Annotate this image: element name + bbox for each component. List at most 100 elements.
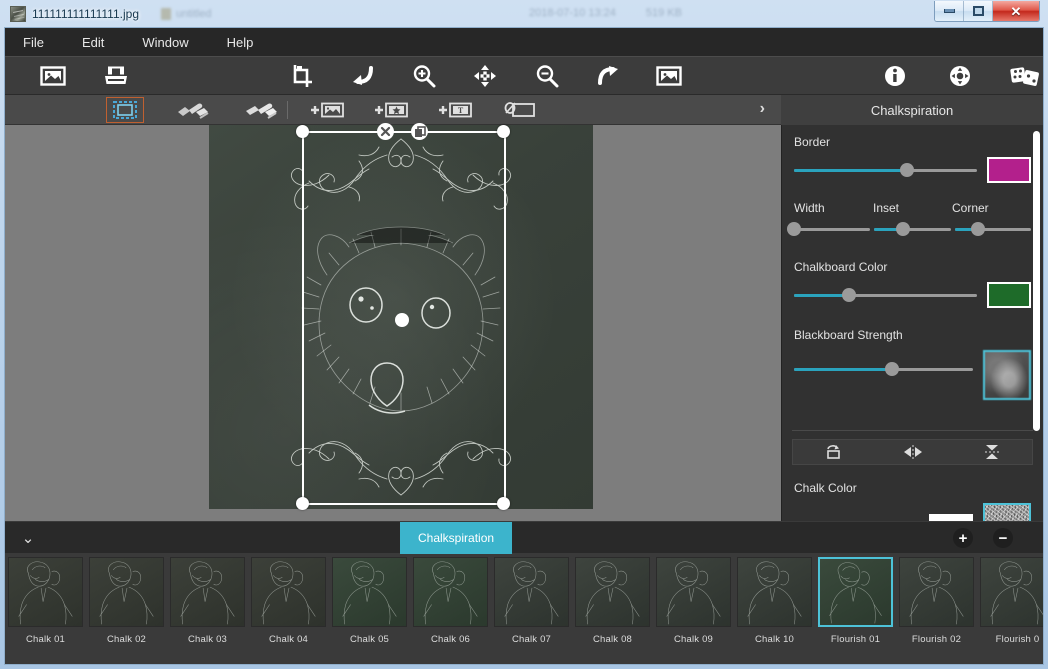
border-slider[interactable] [794,163,977,177]
filmstrip-item-chalk-05[interactable]: Chalk 05 [329,557,410,664]
corner-slider[interactable] [954,222,1031,236]
selection-handle-center[interactable] [395,313,409,327]
filmstrip-item-label: Chalk 09 [673,634,714,645]
blackboard-texture-preview[interactable] [983,350,1031,400]
zoom-in-button[interactable] [406,59,441,93]
filmstrip-item-chalk-09[interactable]: Chalk 09 [653,557,734,664]
save-image-button[interactable] [98,59,133,93]
filmstrip-item-chalk-10[interactable]: Chalk 10 [734,557,815,664]
filmstrip-item-flourish-02[interactable]: Flourish 02 [896,557,977,664]
slider-thumb[interactable] [900,163,915,177]
filmstrip-item-chalk-03[interactable]: Chalk 03 [167,557,248,664]
crop-button[interactable] [284,59,319,93]
zoom-out-button[interactable] [529,59,564,93]
chalkboard-color-label: Chalkboard Color [794,260,888,274]
filmstrip-item-chalk-01[interactable]: Chalk 01 [5,557,86,664]
menu-help[interactable]: Help [223,33,258,52]
fit-image-button[interactable] [652,59,687,93]
flip-horizontal-icon [903,445,922,459]
filmstrip-item-label: Chalk 10 [754,634,795,645]
filmstrip-thumbnail[interactable] [413,557,488,627]
filmstrip-thumbnail[interactable] [89,557,164,627]
image-canvas[interactable] [209,123,593,510]
pan-move-button[interactable] [468,59,503,93]
slider-thumb[interactable] [885,362,900,376]
blackboard-strength-slider[interactable] [794,362,973,376]
filmstrip-item-chalk-06[interactable]: Chalk 06 [410,557,491,664]
close-button[interactable]: ✕ [993,1,1039,21]
maximize-button[interactable] [964,1,993,21]
chalkboard-color-group: Chalkboard Color [782,240,1043,312]
filmstrip-item-chalk-04[interactable]: Chalk 04 [248,557,329,664]
selection-handle-top-left[interactable] [296,125,309,138]
add-text-layer-button[interactable]: T [438,98,474,122]
selection-duplicate-button[interactable] [411,123,428,140]
flip-horizontal-button[interactable] [873,444,953,460]
flip-vertical-button[interactable] [952,443,1032,461]
add-image-layer-button[interactable] [310,98,346,122]
filmstrip-thumbnail[interactable] [656,557,731,627]
undo-button[interactable] [345,59,380,93]
filmstrip-thumbnail[interactable] [494,557,569,627]
filmstrip-thumbnail[interactable] [818,557,893,627]
selection-handle-top-right[interactable] [497,125,510,138]
effects-icon [1010,66,1040,86]
filmstrip-tab-chalkspiration[interactable]: Chalkspiration [400,522,513,554]
border-shape-group: Width Inset Corner [782,187,1043,240]
filmstrip-thumbnail[interactable] [170,557,245,627]
slider-thumb[interactable] [896,222,911,236]
info-button[interactable] [877,59,912,93]
close-icon [380,126,391,137]
minimize-icon [943,9,955,13]
filmstrip-thumbnail[interactable] [980,557,1043,627]
selection-close-button[interactable] [377,123,394,140]
effects-button[interactable] [1008,59,1043,93]
settings-button[interactable] [942,59,977,93]
inset-slider[interactable] [874,222,951,236]
filmstrip-thumbnail[interactable] [251,557,326,627]
title-ghost-timestamp: 2018-07-10 13:24 [529,7,616,19]
select-frame-tool-button[interactable] [106,96,144,123]
settings-panel-title: Chalkspiration [781,95,1043,125]
title-ghost-label: untitled [176,7,212,20]
menu-edit[interactable]: Edit [78,33,108,52]
width-slider[interactable] [787,222,871,236]
open-image-button[interactable] [35,59,70,93]
menu-window[interactable]: Window [138,33,192,52]
filmstrip-thumbnail[interactable] [737,557,812,627]
add-shape-layer-button[interactable] [502,98,538,122]
slider-thumb[interactable] [841,288,856,302]
paint-brush-tool-button[interactable] [243,98,279,122]
filmstrip-thumbnail[interactable] [899,557,974,627]
slider-thumb[interactable] [970,222,985,236]
filmstrip-thumbnail[interactable] [575,557,650,627]
redo-button[interactable] [590,59,625,93]
filmstrip-item-chalk-02[interactable]: Chalk 02 [86,557,167,664]
filmstrip-thumbnail[interactable] [8,557,83,627]
slider-thumb[interactable] [787,222,801,236]
border-color-swatch[interactable] [987,157,1031,183]
selection-handle-bottom-right[interactable] [497,497,510,510]
menu-file[interactable]: File [19,33,48,52]
corner-label: Corner [952,201,989,215]
minimize-button[interactable] [935,1,964,21]
selection-handle-bottom-left[interactable] [296,497,309,510]
rotate-button[interactable] [793,444,873,460]
settings-scrollbar-thumb[interactable] [1033,131,1040,431]
border-group: Border [782,125,1043,187]
add-preset-button[interactable]: + [953,528,973,548]
filmstrip[interactable]: Chalk 01 Chalk 02 Chalk 03 Chalk 04 Chal… [5,553,1043,664]
filmstrip-thumbnail[interactable] [332,557,407,627]
add-effect-layer-button[interactable] [374,98,410,122]
chalkboard-color-slider[interactable] [794,288,977,302]
filmstrip-item-chalk-08[interactable]: Chalk 08 [572,557,653,664]
filmstrip-item-flourish-01[interactable]: Flourish 01 [815,557,896,664]
chalkboard-color-swatch[interactable] [987,282,1031,308]
remove-preset-button[interactable]: − [993,528,1013,548]
collapse-filmstrip-button[interactable]: ⌄ [5,529,51,547]
filmstrip-item-flourish-0[interactable]: Flourish 0 [977,557,1043,664]
eraser-brush-tool-button[interactable] [175,98,211,122]
expand-panel-chevron[interactable]: › [760,101,765,117]
filmstrip-item-chalk-07[interactable]: Chalk 07 [491,557,572,664]
client-area: File Edit Window Help T › Chalkspiration… [4,27,1044,665]
